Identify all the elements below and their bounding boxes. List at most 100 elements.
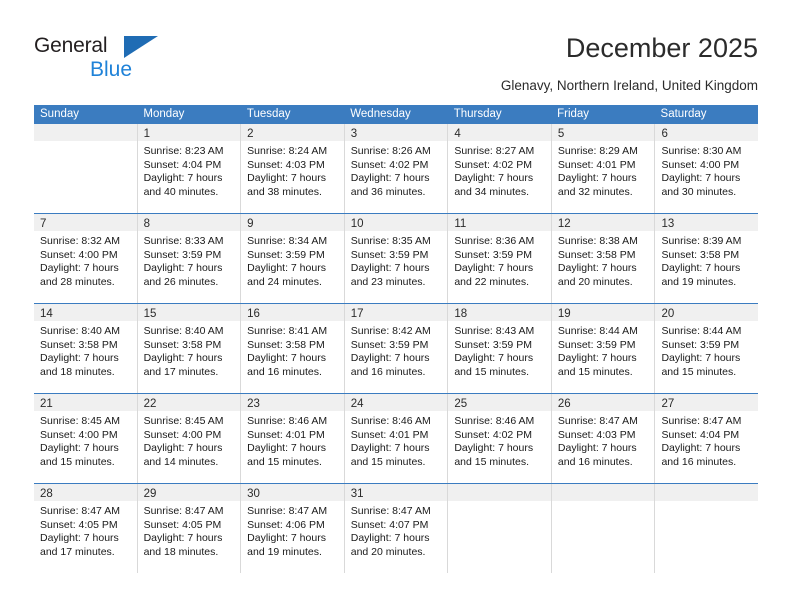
sunrise-text: Sunrise: 8:47 AM — [40, 505, 120, 517]
day-details: Sunrise: 8:32 AM Sunset: 4:00 PM Daylight:… — [34, 231, 137, 289]
day-cell-18[interactable]: 18 Sunrise: 8:43 AM Sunset: 3:59 PM Dayligh… — [447, 304, 551, 393]
daylight-text-line2: and 26 minutes. — [143, 275, 219, 288]
sunset-text: Sunset: 3:58 PM — [247, 338, 325, 351]
day-cell-9[interactable]: 9 Sunrise: 8:34 AM Sunset: 3:59 PM Daylight… — [240, 214, 344, 303]
day-cell-28[interactable]: 28 Sunrise: 8:47 AM Sunset: 4:05 PM Dayligh… — [34, 484, 137, 573]
sunrise-text: Sunrise: 8:47 AM — [661, 415, 742, 427]
daylight-text-line1: Daylight: 7 hours — [40, 442, 119, 455]
day-cell-23[interactable]: 23 Sunrise: 8:46 AM Sunset: 4:01 PM Dayligh… — [240, 394, 344, 483]
day-number-band: 16 — [241, 304, 344, 321]
day-details: Sunrise: 8:38 AM Sunset: 3:58 PM Daylight:… — [552, 231, 655, 289]
day-number: 28 — [40, 488, 53, 500]
day-number: 26 — [557, 398, 571, 410]
daylight-text-line2: and 30 minutes. — [661, 185, 737, 198]
daylight-text-line1: Daylight: 7 hours — [557, 352, 637, 365]
day-number-band: 19 — [551, 304, 655, 321]
day-number: 25 — [454, 398, 468, 410]
sunset-text: Sunset: 3:58 PM — [143, 338, 222, 351]
sunset-text: Sunset: 4:02 PM — [454, 158, 532, 171]
location-subtitle: Glenavy, Northern Ireland, United Kingdo… — [500, 78, 758, 93]
day-cell-12[interactable]: 12 Sunrise: 8:38 AM Sunset: 3:58 PM Dayligh… — [550, 214, 655, 303]
day-details: Sunrise: 8:43 AM Sunset: 3:59 PM Daylight:… — [448, 321, 551, 379]
day-details: Sunrise: 8:39 AM Sunset: 3:58 PM Daylight:… — [655, 231, 758, 289]
calendar-week-row: 21 Sunrise: 8:45 AM Sunset: 4:00 PM Dayligh… — [34, 393, 759, 483]
day-cell-22[interactable]: 22 Sunrise: 8:45 AM Sunset: 4:00 PM Dayligh… — [136, 394, 241, 483]
sunset-text: Sunset: 4:02 PM — [350, 158, 429, 171]
sunrise-text: Sunrise: 8:47 AM — [350, 505, 431, 517]
day-cell-19[interactable]: 19 Sunrise: 8:44 AM Sunset: 3:59 PM Dayligh… — [550, 304, 655, 393]
sunset-text: Sunset: 4:00 PM — [143, 428, 222, 441]
day-number-band: 8 — [137, 214, 241, 231]
sunset-text: Sunset: 4:04 PM — [143, 158, 222, 171]
day-cell-10[interactable]: 10 Sunrise: 8:35 AM Sunset: 3:59 PM Dayligh… — [343, 214, 448, 303]
calendar-week-row: 7 Sunrise: 8:32 AM Sunset: 4:00 PM Daylight… — [34, 213, 759, 303]
day-cell-14[interactable]: 14 Sunrise: 8:40 AM Sunset: 3:58 PM Dayligh… — [34, 304, 137, 393]
daylight-text-line2: and 40 minutes. — [143, 185, 219, 198]
day-number-band: 30 — [241, 484, 344, 501]
day-details — [448, 501, 551, 505]
daylight-text-line2: and 32 minutes. — [557, 185, 633, 198]
daylight-text-line1: Daylight: 7 hours — [350, 532, 430, 545]
day-cell-25[interactable]: 25 Sunrise: 8:46 AM Sunset: 4:02 PM Dayligh… — [447, 394, 551, 483]
daylight-text-line2: and 15 minutes. — [454, 455, 530, 468]
day-cell-30[interactable]: 30 Sunrise: 8:47 AM Sunset: 4:06 PM Dayligh… — [240, 484, 344, 573]
day-number-band — [655, 484, 759, 501]
sunset-text: Sunset: 3:59 PM — [350, 248, 429, 261]
day-cell-7[interactable]: 7 Sunrise: 8:32 AM Sunset: 4:00 PM Daylight… — [34, 214, 137, 303]
day-cell-27[interactable]: 27 Sunrise: 8:47 AM Sunset: 4:04 PM Dayligh… — [654, 394, 759, 483]
sunrise-text: Sunrise: 8:46 AM — [454, 415, 535, 427]
day-cell-3[interactable]: 3 Sunrise: 8:26 AM Sunset: 4:02 PM Daylight… — [343, 124, 448, 213]
day-number: 24 — [350, 398, 364, 410]
sunrise-text: Sunrise: 8:41 AM — [247, 325, 328, 337]
daylight-text-line1: Daylight: 7 hours — [661, 262, 741, 275]
sunset-text: Sunset: 3:59 PM — [143, 248, 222, 261]
daylight-text-line2: and 38 minutes. — [247, 185, 322, 198]
day-number-band: 21 — [34, 394, 137, 411]
day-number: 30 — [247, 488, 260, 500]
day-number: 10 — [350, 218, 364, 230]
day-details: Sunrise: 8:30 AM Sunset: 4:00 PM Daylight:… — [655, 141, 758, 199]
day-cell-6[interactable]: 6 Sunrise: 8:30 AM Sunset: 4:00 PM Daylight… — [654, 124, 759, 213]
sunrise-text: Sunrise: 8:39 AM — [661, 235, 742, 247]
day-cell-29[interactable]: 29 Sunrise: 8:47 AM Sunset: 4:05 PM Dayligh… — [136, 484, 241, 573]
day-cell-24[interactable]: 24 Sunrise: 8:46 AM Sunset: 4:01 PM Dayligh… — [343, 394, 448, 483]
day-details: Sunrise: 8:47 AM Sunset: 4:04 PM Daylight:… — [655, 411, 758, 469]
sunset-text: Sunset: 3:59 PM — [247, 248, 325, 261]
day-details: Sunrise: 8:29 AM Sunset: 4:01 PM Daylight:… — [552, 141, 655, 199]
day-cell-8[interactable]: 8 Sunrise: 8:33 AM Sunset: 3:59 PM Daylight… — [136, 214, 241, 303]
day-cell-1[interactable]: 1 Sunrise: 8:23 AM Sunset: 4:04 PM Daylight… — [136, 124, 241, 213]
daylight-text-line1: Daylight: 7 hours — [247, 442, 326, 455]
day-cell-21[interactable]: 21 Sunrise: 8:45 AM Sunset: 4:00 PM Dayligh… — [34, 394, 137, 483]
day-number-band: 20 — [655, 304, 759, 321]
general-blue-logo[interactable]: General Blue — [34, 33, 164, 83]
daylight-text-line2: and 28 minutes. — [40, 275, 115, 288]
day-cell-16[interactable]: 16 Sunrise: 8:41 AM Sunset: 3:58 PM Dayligh… — [240, 304, 344, 393]
day-number: 22 — [143, 398, 157, 410]
day-number-band — [34, 124, 137, 141]
day-cell-2[interactable]: 2 Sunrise: 8:24 AM Sunset: 4:03 PM Daylight… — [240, 124, 344, 213]
sunset-text: Sunset: 4:05 PM — [40, 518, 118, 531]
day-cell-26[interactable]: 26 Sunrise: 8:47 AM Sunset: 4:03 PM Dayligh… — [550, 394, 655, 483]
day-cell-31[interactable]: 31 Sunrise: 8:47 AM Sunset: 4:07 PM Dayligh… — [343, 484, 448, 573]
sunset-text: Sunset: 4:01 PM — [350, 428, 429, 441]
sunrise-text: Sunrise: 8:23 AM — [143, 145, 224, 157]
day-cell-empty — [654, 484, 759, 573]
daylight-text-line1: Daylight: 7 hours — [661, 172, 741, 185]
day-number: 17 — [350, 308, 364, 320]
sunset-text: Sunset: 4:06 PM — [247, 518, 325, 531]
sunrise-text: Sunrise: 8:43 AM — [454, 325, 535, 337]
daylight-text-line2: and 15 minutes. — [247, 455, 322, 468]
day-cell-11[interactable]: 11 Sunrise: 8:36 AM Sunset: 3:59 PM Dayligh… — [447, 214, 551, 303]
daylight-text-line2: and 22 minutes. — [454, 275, 530, 288]
day-cell-13[interactable]: 13 Sunrise: 8:39 AM Sunset: 3:58 PM Dayligh… — [654, 214, 759, 303]
day-cell-15[interactable]: 15 Sunrise: 8:40 AM Sunset: 3:58 PM Dayligh… — [136, 304, 241, 393]
day-cell-20[interactable]: 20 Sunrise: 8:44 AM Sunset: 3:59 PM Dayligh… — [654, 304, 759, 393]
daylight-text-line2: and 36 minutes. — [350, 185, 426, 198]
daylight-text-line1: Daylight: 7 hours — [247, 532, 326, 545]
day-number-band: 14 — [34, 304, 137, 321]
sunset-text: Sunset: 4:00 PM — [40, 248, 118, 261]
day-cell-4[interactable]: 4 Sunrise: 8:27 AM Sunset: 4:02 PM Daylight… — [447, 124, 551, 213]
day-cell-5[interactable]: 5 Sunrise: 8:29 AM Sunset: 4:01 PM Daylight… — [550, 124, 655, 213]
day-cell-17[interactable]: 17 Sunrise: 8:42 AM Sunset: 3:59 PM Dayligh… — [343, 304, 448, 393]
sunrise-text: Sunrise: 8:34 AM — [247, 235, 328, 247]
